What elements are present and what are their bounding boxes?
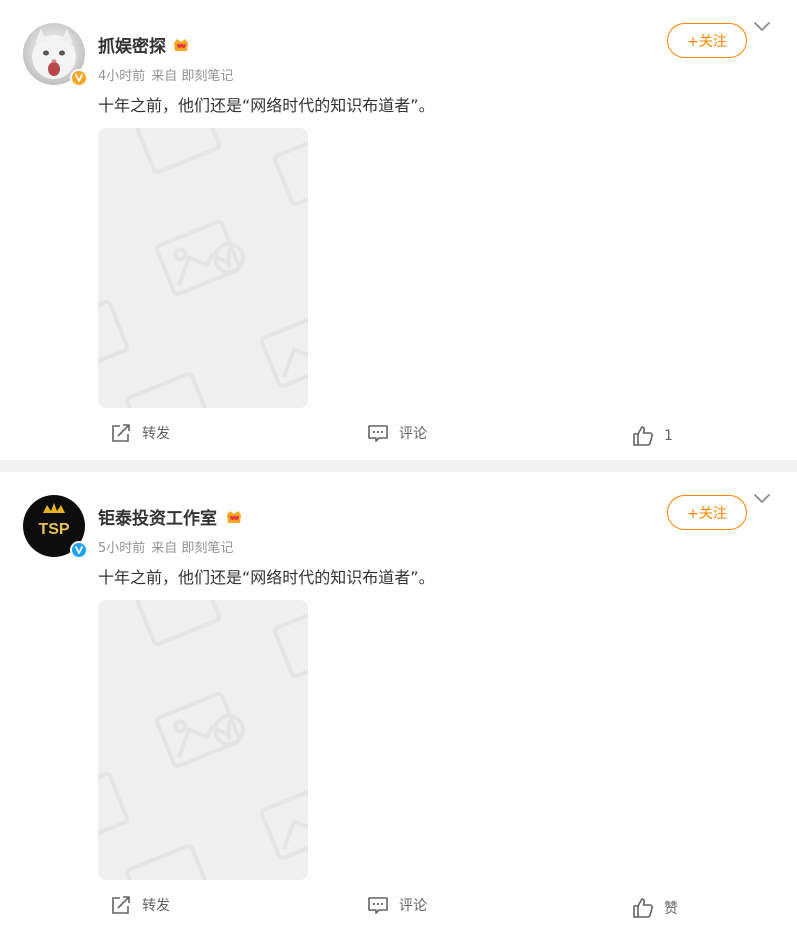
feed-post: TSP 钜泰投资工作室 5小时前 来自 即刻笔记 +关注 十年之前，他们还是“网络…	[0, 472, 797, 932]
like-count: 1	[664, 428, 673, 444]
chevron-down-icon[interactable]	[753, 20, 771, 34]
post-meta: 5小时前 来自 即刻笔记	[98, 537, 233, 556]
follow-button[interactable]: +关注	[667, 23, 747, 58]
post-source: 来自 即刻笔记	[151, 69, 234, 84]
post-source: 来自 即刻笔记	[151, 541, 234, 556]
like-button[interactable]: 1	[632, 423, 673, 449]
post-divider	[0, 460, 797, 472]
chevron-down-icon[interactable]	[753, 492, 771, 506]
like-button[interactable]: 赞	[632, 895, 678, 921]
broken-image-icon	[98, 600, 308, 880]
repost-button[interactable]: 转发	[110, 420, 170, 446]
comment-label: 评论	[399, 898, 427, 914]
comment-icon	[368, 897, 388, 914]
broken-image-icon	[98, 128, 308, 408]
share-icon	[112, 896, 130, 914]
repost-label: 转发	[142, 898, 170, 914]
comment-label: 评论	[399, 426, 427, 442]
author-name[interactable]: 抓娱密探	[98, 32, 166, 57]
author-name[interactable]: 钜泰投资工作室	[98, 504, 217, 529]
verified-badge-icon	[70, 69, 88, 87]
avatar[interactable]: TSP	[23, 495, 88, 559]
post-text: 十年之前，他们还是“网络时代的知识布道者”。	[98, 568, 435, 587]
feed-post: 抓娱密探 4小时前 来自 即刻笔记 +关注 十年之前，他们还是“网络时代的知识布道…	[0, 0, 797, 460]
comment-button[interactable]: 评论	[367, 420, 427, 446]
post-meta: 4小时前 来自 即刻笔记	[98, 65, 233, 84]
like-label: 赞	[664, 901, 678, 917]
avatar-logo-text: TSP	[38, 521, 69, 538]
post-time[interactable]: 4小时前	[98, 69, 145, 84]
crown-badge-icon	[174, 39, 188, 51]
repost-button[interactable]: 转发	[110, 892, 170, 918]
thumbs-up-icon	[633, 426, 653, 446]
follow-button[interactable]: +关注	[667, 495, 747, 530]
post-text: 十年之前，他们还是“网络时代的知识布道者”。	[98, 96, 435, 115]
repost-label: 转发	[142, 426, 170, 442]
image-placeholder[interactable]	[98, 600, 308, 880]
comment-button[interactable]: 评论	[367, 892, 427, 918]
verified-badge-icon	[70, 541, 88, 559]
image-placeholder[interactable]	[98, 128, 308, 408]
avatar[interactable]	[23, 23, 88, 87]
crown-badge-icon	[227, 511, 241, 523]
share-icon	[112, 424, 130, 442]
comment-icon	[368, 425, 388, 442]
thumbs-up-icon	[633, 898, 653, 918]
post-time[interactable]: 5小时前	[98, 541, 145, 556]
